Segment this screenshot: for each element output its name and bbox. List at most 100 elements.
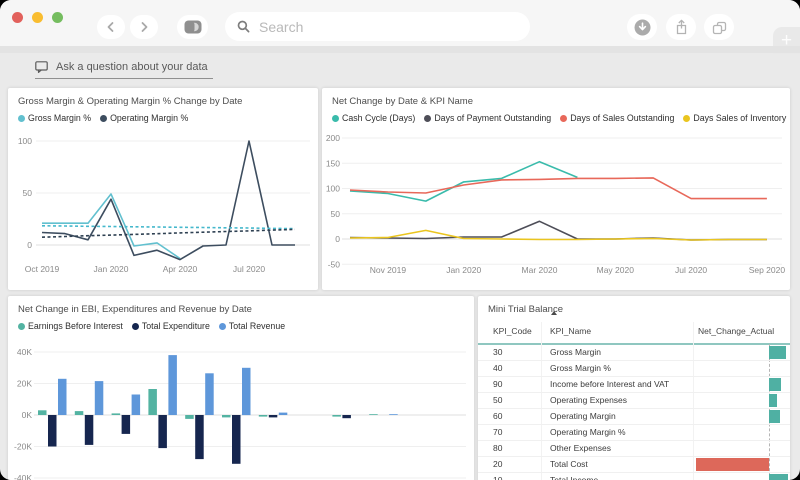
legend-dot-icon (18, 114, 25, 122)
address-search-field[interactable] (225, 12, 530, 41)
chat-bubble-icon (35, 61, 48, 73)
card-margin-chart: Gross Margin & Operating Margin % Change… (8, 88, 318, 290)
kpi-name-cell: Total Cost (550, 459, 588, 469)
legend-dot-icon (218, 322, 226, 330)
legend-dot-icon (560, 114, 568, 122)
column-header-kpi-name[interactable]: KPI_Name (550, 326, 591, 336)
kpi-name-cell: Gross Margin (550, 347, 602, 357)
ebi-chart-plot: 40K 20K 0K -20K -40K (14, 347, 466, 480)
kpi-code-cell: 50 (493, 395, 503, 405)
series-line (349, 220, 767, 241)
table-row[interactable]: 90 Income before Interest and VAT (478, 377, 790, 393)
bar (58, 378, 67, 415)
x-axis-label: Oct 2019 (25, 264, 60, 274)
bar (148, 389, 157, 415)
bar (131, 394, 141, 415)
bar (168, 355, 177, 415)
sidebar-toggle-button[interactable] (177, 15, 208, 39)
tabs-icon (712, 21, 726, 34)
chart-title: Net Change by Date & KPI Name (332, 96, 473, 107)
series-line (41, 225, 296, 230)
search-input[interactable] (257, 17, 491, 36)
legend-dot-icon (18, 322, 25, 330)
table-body: 30 Gross Margin 40 Gross Margin % 90 Income b… (478, 345, 790, 480)
legend-label: Days of Sales Outstanding (570, 113, 675, 123)
column-header-kpi-code[interactable]: KPI_Code (493, 326, 532, 336)
legend-item[interactable]: Earnings Before Interest (18, 321, 123, 331)
y-axis-label: 20K (17, 379, 32, 389)
qna-input[interactable] (54, 60, 213, 74)
x-axis-label: Jan 2020 (446, 265, 481, 275)
kpi-code-cell: 70 (493, 427, 503, 437)
table-header: KPI_Code KPI_Name Net_Change_Actual (478, 322, 790, 345)
downloads-button[interactable] (627, 14, 657, 40)
net-change-databar (769, 394, 777, 407)
bar (342, 415, 351, 419)
legend-item[interactable]: Total Expenditure (131, 321, 210, 331)
legend-dot-icon (683, 114, 691, 122)
x-axis-label: May 2020 (597, 265, 635, 275)
x-axis-label: Jan 2020 (94, 264, 129, 274)
kpi-name-cell: Income before Interest and VAT (550, 379, 670, 389)
back-button[interactable] (97, 15, 125, 39)
y-axis-label: 0 (335, 234, 340, 244)
table-row[interactable]: 10 Total Income (478, 473, 790, 480)
minimize-window-button[interactable] (31, 12, 43, 23)
bar (195, 415, 204, 460)
sort-ascending-icon (551, 311, 557, 315)
kpi-code-cell: 30 (493, 347, 503, 357)
download-icon (634, 19, 650, 35)
legend-item[interactable]: Operating Margin % (100, 113, 188, 123)
bar (258, 415, 268, 417)
kpi-code-cell: 10 (493, 475, 503, 480)
qna-bar[interactable] (35, 60, 213, 79)
legend-label: Total Expenditure (141, 321, 210, 331)
kpi-code-cell: 40 (493, 363, 503, 373)
search-icon (237, 20, 250, 33)
table-row[interactable]: 60 Operating Margin (478, 409, 790, 425)
y-axis-label: -40K (14, 473, 32, 480)
table-row[interactable]: 20 Total Cost (478, 457, 790, 473)
table-row[interactable]: 40 Gross Margin % (478, 361, 790, 377)
close-window-button[interactable] (11, 12, 23, 23)
kpi-name-cell: Operating Margin % (550, 427, 626, 437)
y-axis-label: -50 (328, 259, 341, 269)
legend-item[interactable]: Cash Cycle (Days) (332, 113, 415, 123)
margin-chart-plot: 100 50 0 Oct 2019 Jan 2020 Apr 2020 Jul 2020 (18, 136, 310, 274)
x-axis-label: Mar 2020 (522, 265, 558, 275)
tab-strip (0, 46, 800, 53)
table-row[interactable]: 50 Operating Expenses (478, 393, 790, 409)
kpi-name-cell: Gross Margin % (550, 363, 611, 373)
legend-item[interactable]: Total Revenue (218, 321, 285, 331)
legend-item[interactable]: Days of Payment Outstanding (424, 113, 551, 123)
kpi-name-cell: Total Income (550, 475, 599, 480)
kpi-name-cell: Operating Expenses (550, 395, 628, 405)
table-row[interactable]: 30 Gross Margin (478, 345, 790, 361)
forward-button[interactable] (130, 15, 158, 39)
legend-dot-icon (424, 114, 432, 122)
legend-item[interactable]: Days of Sales Outstanding (560, 113, 674, 123)
kpi-code-cell: 20 (493, 459, 503, 469)
y-axis-label: 50 (23, 188, 33, 198)
zoom-window-button[interactable] (51, 12, 63, 23)
legend-label: Operating Margin % (110, 113, 189, 123)
chart-title: Gross Margin & Operating Margin % Change… (18, 96, 243, 107)
legend-item[interactable]: Days Sales of Inventory (683, 113, 786, 123)
table-row[interactable]: 80 Other Expenses (478, 441, 790, 457)
sidebar-icon (184, 20, 201, 34)
net-change-databar (769, 378, 781, 391)
kpi-code-cell: 90 (493, 379, 503, 389)
column-header-net-change[interactable]: Net_Change_Actual (698, 326, 774, 336)
y-axis-label: 0 (27, 240, 32, 250)
x-axis-label: Sep 2020 (749, 265, 786, 275)
tab-overview-button[interactable] (704, 14, 734, 40)
x-axis-label: Jul 2020 (675, 265, 707, 275)
chevron-left-icon (107, 22, 114, 32)
table-row[interactable]: 70 Operating Margin % (478, 425, 790, 441)
share-button[interactable] (666, 14, 696, 40)
bar (205, 373, 214, 415)
series-line (349, 160, 578, 202)
bar (158, 415, 167, 449)
legend-item[interactable]: Gross Margin % (18, 113, 91, 123)
x-axis-label: Jul 2020 (233, 264, 265, 274)
